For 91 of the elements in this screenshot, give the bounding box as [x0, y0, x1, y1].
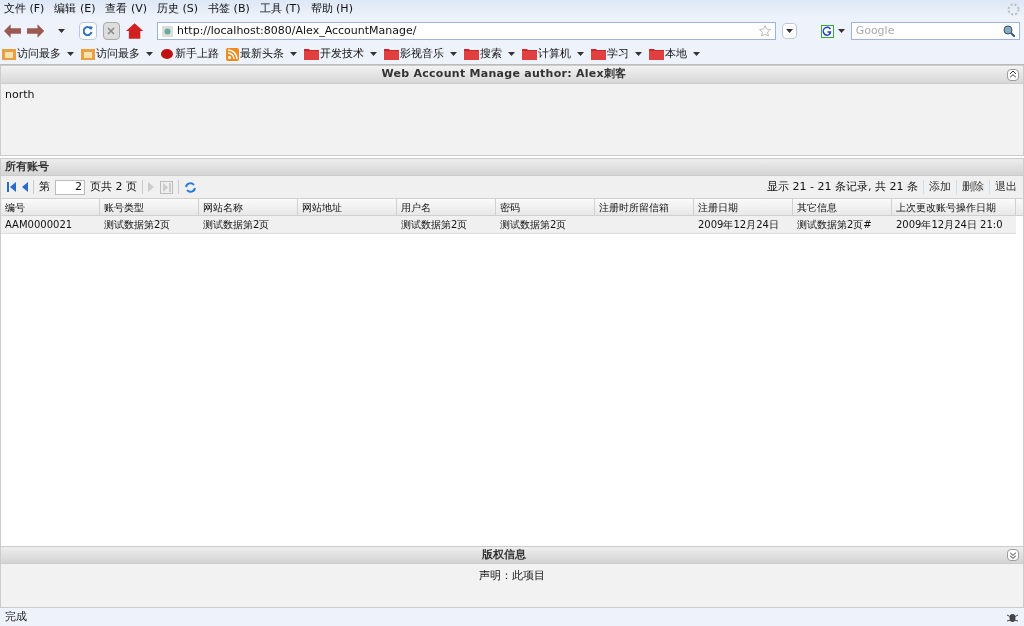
bookmark-item[interactable]: 访问最多	[81, 45, 140, 63]
caret-icon[interactable]	[290, 52, 297, 56]
bookmark-item[interactable]: 最新头条	[226, 45, 284, 63]
toolbar-action[interactable]: 添加	[929, 178, 951, 196]
column-header[interactable]: 网站名称	[199, 199, 298, 215]
bookmark-item[interactable]: 计算机	[522, 45, 571, 63]
close-icon	[107, 27, 116, 35]
caret-icon	[837, 29, 845, 33]
collapse-button[interactable]	[1007, 68, 1019, 81]
table-cell-text: 测试数据第2页	[499, 218, 568, 232]
address-field[interactable]: http://localhost:8080/Alex_AccountManage/	[157, 22, 776, 40]
bookmark-item[interactable]: 访问最多	[2, 45, 61, 63]
folder-icon	[2, 48, 16, 60]
folder-icon	[384, 48, 399, 60]
caret-icon	[786, 29, 793, 33]
column-header[interactable]: 密码	[496, 199, 595, 215]
toolbar-action[interactable]: 删除	[962, 178, 984, 196]
folder-icon	[522, 48, 537, 60]
caret-icon[interactable]	[450, 52, 457, 56]
expand-button[interactable]	[1007, 549, 1019, 561]
star-icon[interactable]	[758, 25, 771, 37]
table-cell-text: 测试数据第2页#	[796, 218, 873, 232]
caret-icon[interactable]	[508, 52, 515, 56]
table-cell-text: 测试数据第2页	[202, 218, 271, 232]
bookmark-item[interactable]: 搜索	[464, 45, 502, 63]
table-cell-text: 测试数据第2页	[103, 218, 172, 232]
bookmark-item[interactable]: 开发技术	[304, 45, 364, 63]
stop-button[interactable]	[102, 22, 120, 40]
column-header[interactable]: 用户名	[397, 199, 496, 215]
menu-item[interactable]: 书签 (B)	[208, 0, 250, 18]
menu-item[interactable]: 编辑 (E)	[54, 0, 96, 18]
reload-icon	[82, 26, 93, 36]
bookmark-item[interactable]: 学习	[591, 45, 629, 63]
chevrons-up-icon	[1010, 71, 1016, 78]
folder-icon	[304, 48, 319, 60]
caret-icon[interactable]	[370, 52, 377, 56]
menu-item[interactable]: 帮助 (H)	[310, 0, 353, 18]
folder-icon	[81, 48, 95, 60]
column-header[interactable]: 网站地址	[298, 199, 397, 215]
search-engine-icon	[820, 24, 834, 38]
folder-icon	[649, 48, 664, 60]
search-engine-button[interactable]	[820, 24, 845, 38]
caret-icon[interactable]	[635, 52, 642, 56]
page-count: 页共 2 页	[90, 178, 137, 195]
page-label: 第	[39, 178, 50, 195]
feed-icon	[226, 47, 239, 61]
caret-icon[interactable]	[146, 52, 153, 56]
panel-title: 版权信息	[481, 546, 527, 563]
first-page-icon[interactable]	[7, 182, 16, 192]
column-header[interactable]: 编号	[1, 199, 100, 215]
table-cell-text: 2009年12月24日 21:0	[895, 218, 1004, 232]
panel-text: 声明：此项目	[479, 568, 545, 584]
column-header[interactable]: 其它信息	[793, 199, 892, 215]
panel-title: Web Account Manage author: Alex刺客	[380, 66, 628, 83]
folder-icon	[591, 48, 606, 60]
search-icon[interactable]	[1003, 25, 1015, 37]
bookmark-item[interactable]: 新手上路	[160, 45, 219, 63]
record-summary: 显示 21 - 21 条记录, 共 21 条	[767, 178, 918, 195]
menu-item[interactable]: 文件 (F)	[4, 0, 45, 18]
caret-icon	[58, 29, 66, 33]
table-cell-text: 2009年12月24日	[697, 218, 780, 232]
site-icon	[162, 25, 174, 37]
column-header[interactable]: 账号类型	[100, 199, 199, 215]
refresh-icon[interactable]	[184, 180, 197, 194]
menu-item[interactable]: 工具 (T)	[259, 0, 301, 18]
panel-text: north	[5, 88, 35, 101]
toolbar-action[interactable]: 退出	[995, 178, 1017, 196]
column-header[interactable]: 注册时所留信箱	[595, 199, 694, 215]
forward-icon[interactable]	[27, 24, 45, 38]
home-icon[interactable]	[125, 23, 144, 39]
bookmark-item[interactable]: 本地	[649, 45, 687, 63]
menu-item[interactable]: 历史 (S)	[157, 0, 199, 18]
table-cell-text: 测试数据第2页	[400, 218, 469, 232]
page-input[interactable]: 2	[55, 179, 85, 195]
back-icon[interactable]	[4, 24, 22, 38]
throbber-icon	[1007, 2, 1020, 16]
column-header[interactable]: 注册日期	[694, 199, 793, 215]
status-text: 完成	[5, 608, 27, 625]
caret-icon[interactable]	[67, 52, 74, 56]
panel-title: 所有账号	[5, 158, 49, 175]
history-dropdown-button[interactable]	[781, 23, 798, 39]
previous-page-icon[interactable]	[21, 182, 28, 192]
caret-icon[interactable]	[577, 52, 584, 56]
reload-button[interactable]	[79, 22, 97, 40]
table-cell-text: AAM0000021	[4, 218, 74, 232]
menu-item[interactable]: 查看 (V)	[105, 0, 148, 18]
caret-icon[interactable]	[693, 52, 700, 56]
column-header[interactable]: 上次更改账号操作日期	[892, 199, 1016, 215]
bookmark-item[interactable]: 影视音乐	[384, 45, 444, 63]
folder-icon	[464, 48, 479, 60]
chevrons-down-icon	[1010, 551, 1016, 559]
